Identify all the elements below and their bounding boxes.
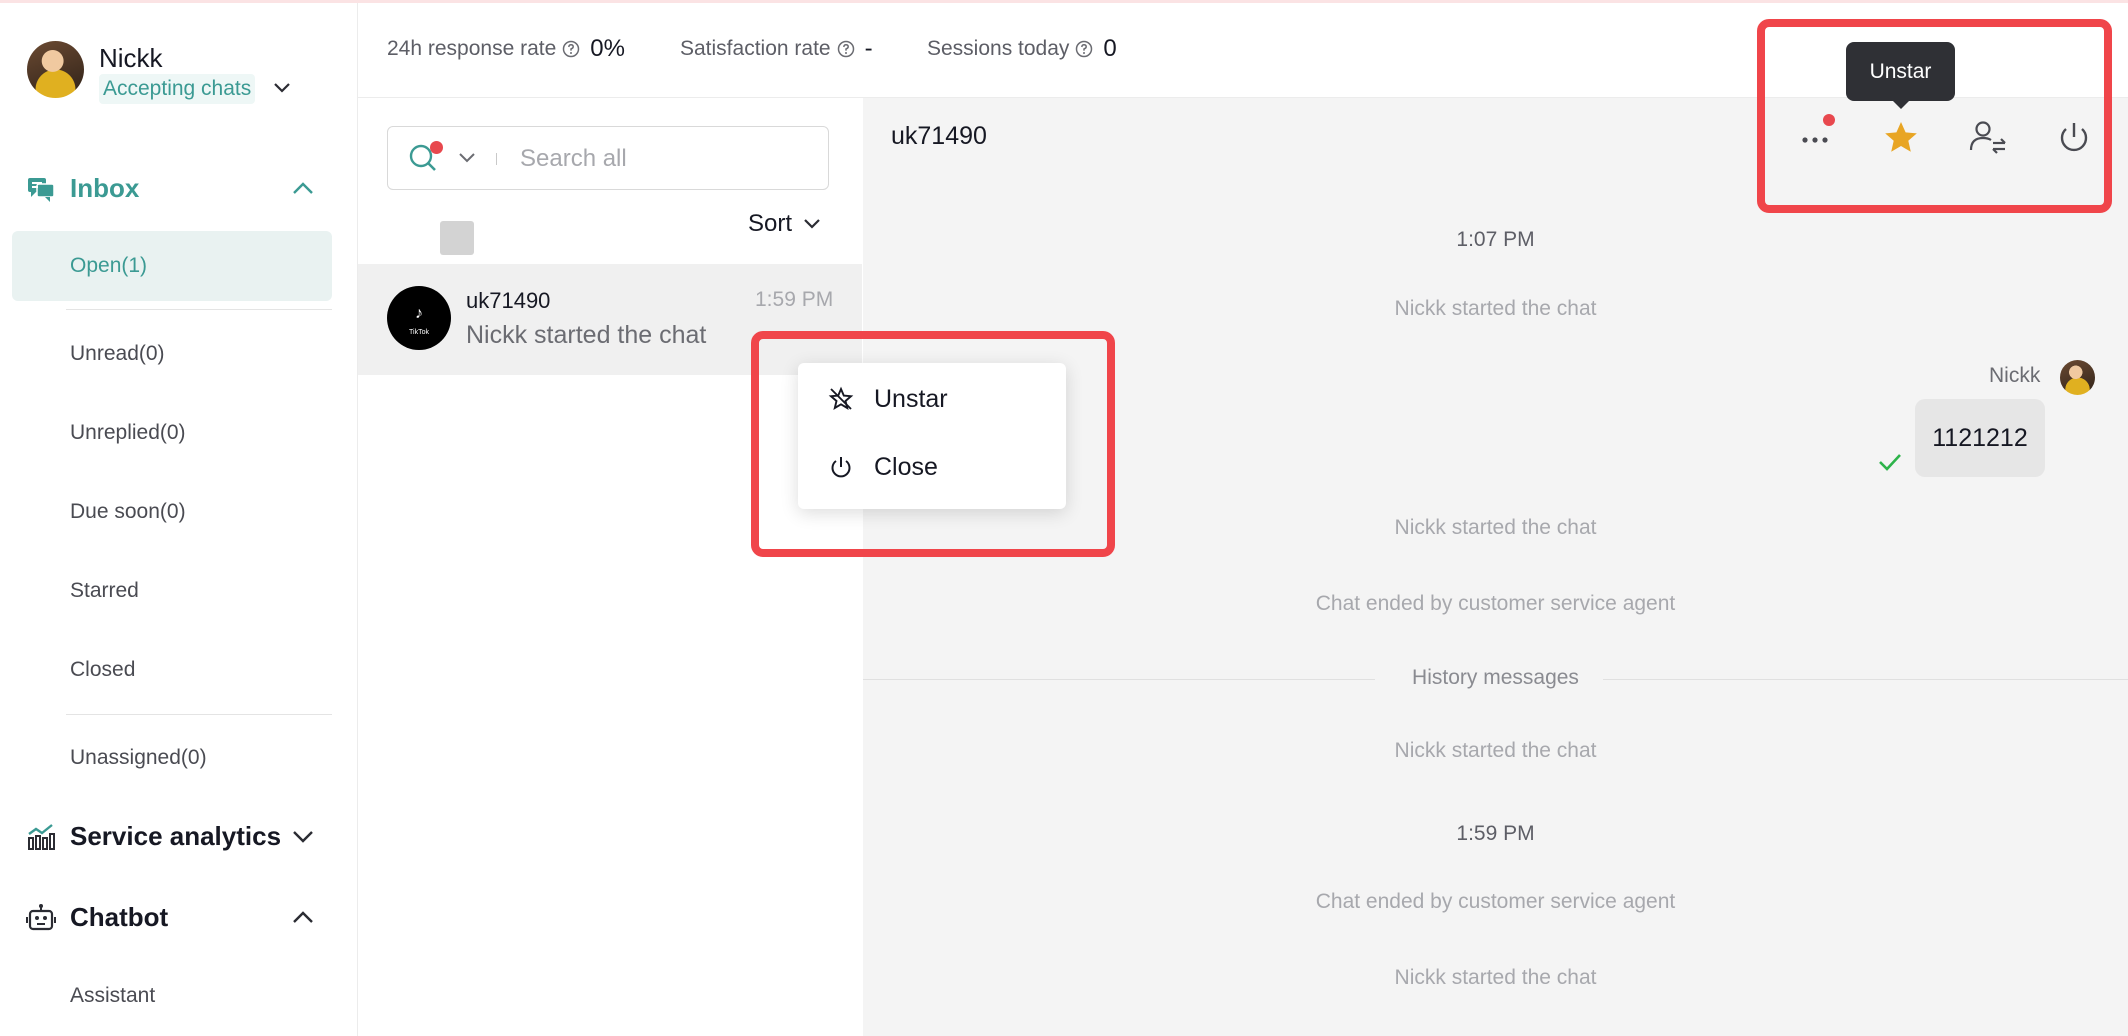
stat-label: Sessions today xyxy=(927,37,1070,60)
system-message: Nickk started the chat xyxy=(1394,297,1597,320)
tiktok-logo-icon: ♪ xyxy=(415,305,423,322)
sidebar-item-open[interactable]: Open(1) xyxy=(12,231,332,301)
chevron-down-icon[interactable] xyxy=(458,152,476,164)
nav-section-service-analytics[interactable]: Service analytics xyxy=(0,806,357,866)
stat-value: - xyxy=(864,35,873,62)
stat-response-rate: 24h response rate 0% xyxy=(387,35,625,63)
more-options-button[interactable] xyxy=(440,221,474,255)
robot-icon xyxy=(26,904,56,931)
stat-value: 0% xyxy=(590,35,625,62)
nav-section-chatbot[interactable]: Chatbot xyxy=(0,887,357,947)
system-message: Nickk started the chat xyxy=(1394,739,1597,762)
highlight-box xyxy=(751,331,1115,557)
chat-preview: Nickk started the chat xyxy=(466,321,707,349)
help-icon[interactable] xyxy=(1075,40,1093,58)
tiktok-avatar: ♪ TikTok xyxy=(387,286,451,350)
agent-name: Nickk xyxy=(1989,364,2041,387)
conversation-title: uk71490 xyxy=(891,122,987,150)
sidebar-item-unassigned[interactable]: Unassigned(0) xyxy=(12,723,332,793)
chat-list-panel: Sort ♪ TikTok uk71490 1:59 PM Nickk star… xyxy=(358,98,862,1036)
nav-section-label: Service analytics xyxy=(70,820,282,851)
stat-label: Satisfaction rate xyxy=(680,37,831,60)
nav-section-inbox[interactable]: Inbox xyxy=(0,158,357,218)
avatar-text: TikTok xyxy=(409,329,429,336)
chat-time: 1:59 PM xyxy=(755,288,834,311)
chevron-down-icon[interactable] xyxy=(272,81,292,95)
analytics-chart-icon xyxy=(28,824,55,850)
status-dropdown[interactable]: Accepting chats xyxy=(99,74,256,104)
divider xyxy=(496,153,497,165)
search-bar xyxy=(387,126,829,191)
chevron-up-icon[interactable] xyxy=(291,178,315,198)
stat-label: 24h response rate xyxy=(387,37,557,60)
notification-dot xyxy=(430,141,443,154)
user-name: Nickk xyxy=(99,43,163,73)
chat-name: uk71490 xyxy=(466,288,551,313)
check-icon xyxy=(1879,454,1901,471)
system-message: Chat ended by customer service agent xyxy=(1315,890,1676,913)
divider xyxy=(66,309,332,310)
sidebar-item-due-soon[interactable]: Due soon(0) xyxy=(12,477,332,547)
chevron-down-icon[interactable] xyxy=(291,826,315,846)
user-avatar[interactable] xyxy=(27,41,84,98)
timestamp: 1:07 PM xyxy=(1456,228,1535,251)
system-message: Nickk started the chat xyxy=(1394,966,1597,989)
stat-sessions-today: Sessions today 0 xyxy=(927,35,1117,63)
sidebar-item-unread[interactable]: Unread(0) xyxy=(12,319,332,389)
sidebar-item-closed[interactable]: Closed xyxy=(12,635,332,705)
search-input[interactable] xyxy=(518,127,822,191)
stat-satisfaction-rate: Satisfaction rate - xyxy=(680,35,873,63)
chevron-up-icon[interactable] xyxy=(291,907,315,927)
divider xyxy=(66,714,332,715)
nav-section-label: Chatbot xyxy=(70,901,169,932)
highlight-box xyxy=(1757,19,2112,213)
history-divider-label: History messages xyxy=(1412,666,1579,689)
stat-value: 0 xyxy=(1103,35,1117,62)
chevron-down-icon xyxy=(804,219,820,229)
sidebar-item-starred[interactable]: Starred xyxy=(12,556,332,626)
message-bubble: 1121212 xyxy=(1915,399,2045,477)
sort-dropdown[interactable]: Sort xyxy=(748,210,822,238)
agent-avatar xyxy=(2060,360,2095,395)
nav-section-label: Inbox xyxy=(70,172,140,203)
help-icon[interactable] xyxy=(562,40,580,58)
conversation-panel: uk71490 1:07 PM Nickk started the chat N… xyxy=(863,98,2128,1036)
sidebar-item-assistant[interactable]: Assistant xyxy=(12,961,332,1031)
timestamp: 1:59 PM xyxy=(1456,822,1535,845)
inbox-chat-icon xyxy=(28,178,55,202)
system-message: Chat ended by customer service agent xyxy=(1315,592,1676,615)
sidebar: Nickk Accepting chats Inbox Open(1) Unre… xyxy=(0,3,358,1036)
help-icon[interactable] xyxy=(837,40,855,58)
sort-label: Sort xyxy=(748,210,793,237)
sidebar-item-unreplied[interactable]: Unreplied(0) xyxy=(12,398,332,468)
